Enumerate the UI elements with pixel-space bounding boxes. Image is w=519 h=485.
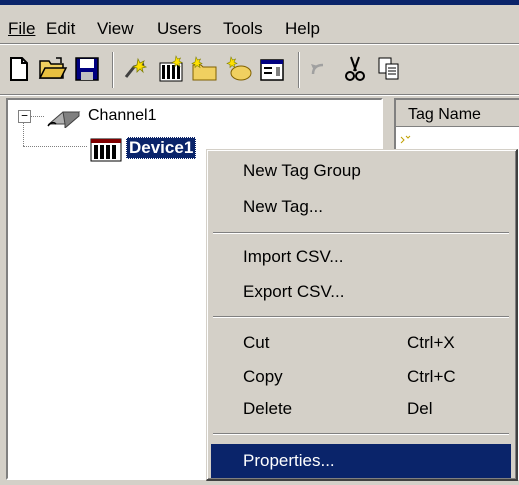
undo-icon[interactable] bbox=[302, 52, 336, 86]
menu-item-delete[interactable]: Delete Del bbox=[211, 394, 511, 424]
new-channel-icon[interactable] bbox=[120, 52, 154, 86]
tree-connector bbox=[23, 146, 87, 147]
context-menu: New Tag Group New Tag... Import CSV... E… bbox=[206, 149, 518, 481]
properties-icon[interactable] bbox=[256, 52, 290, 86]
tree-connector bbox=[23, 122, 24, 146]
channel-icon bbox=[46, 104, 84, 133]
toolbar-divider bbox=[0, 94, 519, 96]
new-tag-group-icon[interactable] bbox=[188, 52, 222, 86]
new-tag-icon[interactable] bbox=[222, 52, 256, 86]
copy-icon[interactable] bbox=[372, 52, 406, 86]
toolbar-separator bbox=[298, 52, 300, 88]
open-folder-icon[interactable] bbox=[36, 52, 70, 86]
new-file-icon[interactable] bbox=[2, 52, 36, 86]
toolbar bbox=[0, 46, 519, 94]
menu-separator bbox=[213, 433, 509, 435]
menu-file[interactable]: File bbox=[8, 19, 35, 39]
menu-item-new-tag-group[interactable]: New Tag Group bbox=[211, 156, 511, 186]
menu-item-new-tag[interactable]: New Tag... bbox=[211, 192, 511, 222]
menu-help[interactable]: Help bbox=[285, 19, 320, 39]
tree-connector bbox=[30, 116, 44, 117]
save-icon[interactable] bbox=[70, 52, 104, 86]
device-icon bbox=[90, 138, 122, 167]
menu-users[interactable]: Users bbox=[157, 19, 201, 39]
cut-icon[interactable] bbox=[338, 52, 372, 86]
menubar-divider bbox=[0, 43, 519, 45]
menu-edit[interactable]: Edit bbox=[46, 19, 75, 39]
menu-view[interactable]: View bbox=[97, 19, 134, 39]
menu-item-properties[interactable]: Properties... bbox=[211, 444, 511, 478]
menu-separator bbox=[213, 316, 509, 318]
tag-icon bbox=[400, 130, 414, 150]
toolbar-separator bbox=[112, 52, 114, 88]
menu-bar: File Edit View Users Tools Help bbox=[0, 5, 519, 43]
menu-item-copy[interactable]: Copy Ctrl+C bbox=[211, 362, 511, 392]
menu-item-cut[interactable]: Cut Ctrl+X bbox=[211, 328, 511, 358]
menu-item-export-csv[interactable]: Export CSV... bbox=[211, 277, 511, 307]
menu-separator bbox=[213, 232, 509, 234]
tree-item-device1[interactable]: Device1 bbox=[126, 137, 197, 159]
new-device-icon[interactable] bbox=[154, 52, 188, 86]
menu-tools[interactable]: Tools bbox=[223, 19, 263, 39]
tree-item-channel1[interactable]: Channel1 bbox=[88, 107, 157, 125]
column-header-tag-name[interactable]: Tag Name bbox=[396, 100, 519, 127]
menu-item-import-csv[interactable]: Import CSV... bbox=[211, 242, 511, 272]
